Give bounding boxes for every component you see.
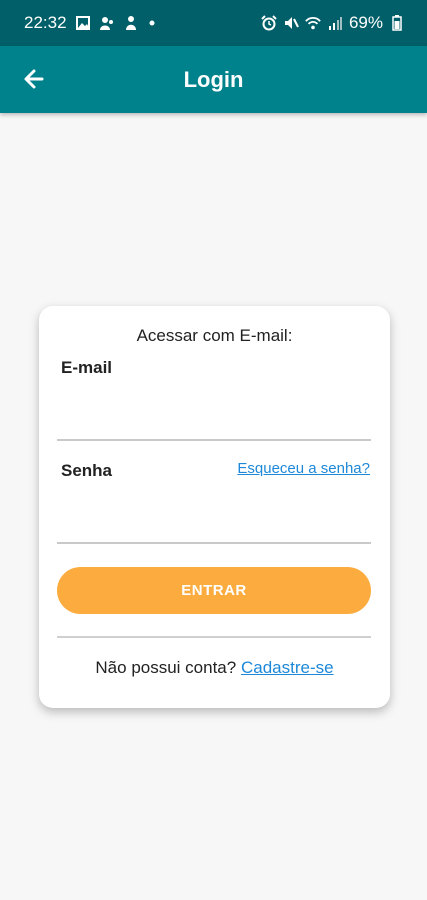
- page-title: Login: [183, 66, 244, 92]
- wifi-icon: [305, 15, 321, 31]
- signup-prompt: Não possui conta?: [95, 658, 237, 677]
- status-time: 22:32: [24, 13, 67, 32]
- battery-percent: 69%: [348, 13, 383, 32]
- forgot-password-link[interactable]: Esqueceu a senha?: [237, 460, 370, 477]
- battery-icon: [389, 15, 405, 31]
- password-field[interactable]: [57, 500, 371, 544]
- image-icon: [75, 15, 91, 31]
- divider: [57, 636, 371, 638]
- login-heading: Acessar com E-mail:: [136, 326, 293, 345]
- back-button[interactable]: [18, 63, 50, 95]
- app-bar: Login: [0, 46, 427, 113]
- email-label: E-mail: [61, 358, 113, 377]
- status-left: 22:32: [24, 13, 157, 33]
- status-right: 69%: [261, 13, 405, 33]
- signal-icon: [327, 15, 343, 31]
- email-field[interactable]: [57, 397, 371, 441]
- arrow-left-icon: [24, 69, 44, 89]
- mute-icon: [283, 15, 299, 31]
- login-card: Acessar com E-mail: E-mail Senha Esquece…: [39, 306, 390, 708]
- signup-row: Não possui conta? Cadastre-se: [39, 658, 390, 678]
- status-bar: 22:32 69%: [0, 0, 427, 46]
- app-icon: [99, 15, 115, 31]
- alarm-icon: [261, 15, 277, 31]
- login-button[interactable]: ENTRAR: [57, 567, 371, 614]
- signup-link[interactable]: Cadastre-se: [241, 658, 334, 677]
- app-icon: [123, 15, 139, 31]
- dot-icon: [147, 15, 157, 31]
- password-label: Senha: [61, 461, 113, 480]
